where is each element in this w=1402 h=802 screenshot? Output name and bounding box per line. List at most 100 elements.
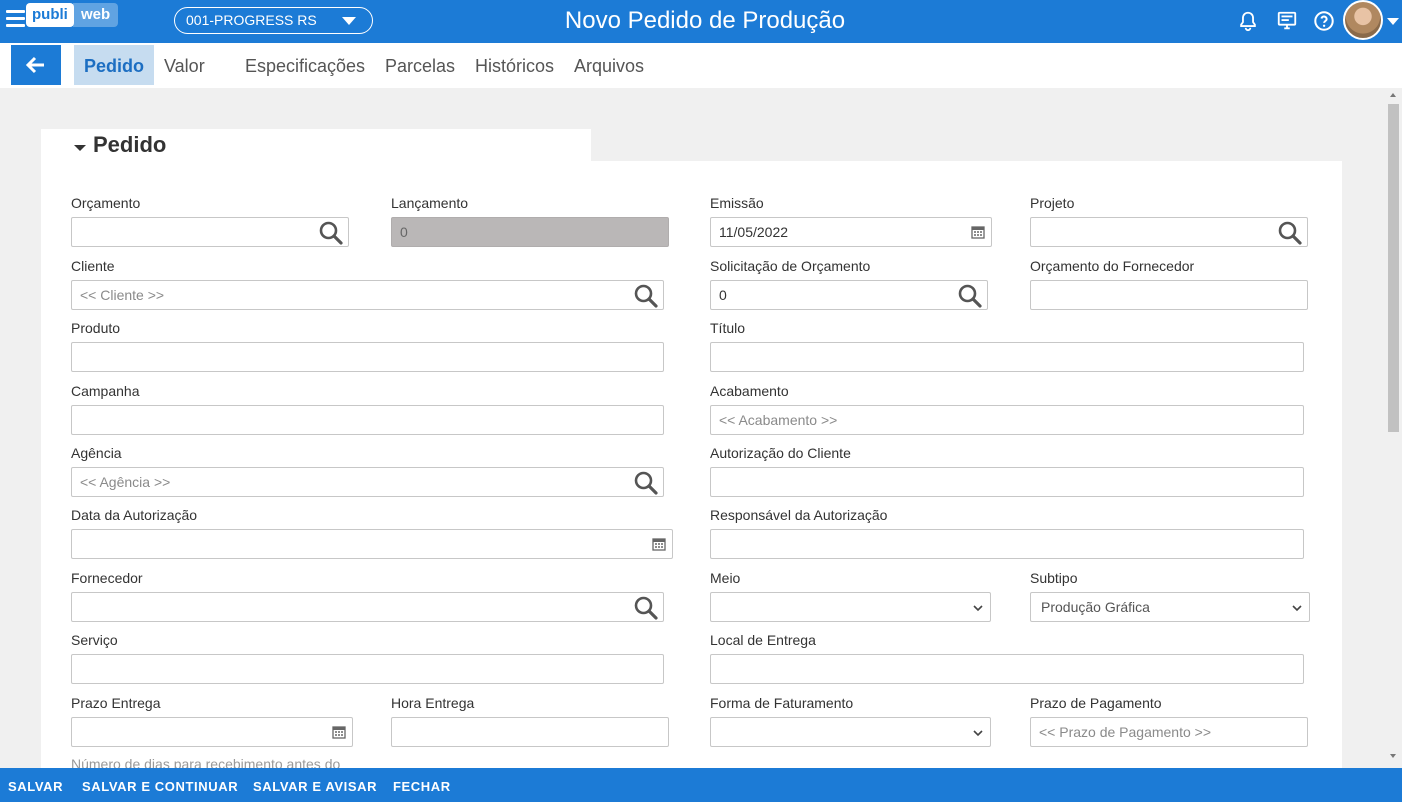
page-title: Novo Pedido de Produção: [564, 7, 846, 34]
prazo-pagamento-label: Prazo de Pagamento: [1030, 695, 1162, 711]
cliente-input[interactable]: << Cliente >>: [71, 280, 664, 310]
tab-especificacoes[interactable]: Especificações: [235, 45, 375, 85]
arrow-left-icon: [25, 56, 44, 74]
produto-input[interactable]: [71, 342, 664, 372]
produto-label: Produto: [71, 320, 121, 336]
chevron-down-icon: [973, 730, 983, 737]
cliente-placeholder: << Cliente >>: [80, 287, 165, 303]
acabamento-label: Acabamento: [710, 383, 789, 399]
projeto-input[interactable]: [1030, 217, 1308, 247]
prazo-entrega-label: Prazo Entrega: [71, 695, 161, 711]
tab-bar: Pedido Valor Especificações Parcelas His…: [0, 43, 1402, 88]
tab-valor[interactable]: Valor: [154, 45, 215, 85]
titulo-label: Título: [710, 320, 746, 336]
calendar-icon[interactable]: [971, 225, 985, 239]
search-icon[interactable]: [633, 470, 659, 496]
emissao-date-input[interactable]: 11/05/2022: [710, 217, 992, 247]
responsavel-autorizacao-label: Responsável da Autorização: [710, 507, 888, 523]
autorizacao-cliente-label: Autorização do Cliente: [710, 445, 851, 461]
emissao-label: Emissão: [710, 195, 764, 211]
scroll-up-arrow-icon[interactable]: [1390, 93, 1396, 97]
search-icon[interactable]: [1277, 220, 1303, 246]
orcamento-fornecedor-label: Orçamento do Fornecedor: [1030, 258, 1195, 274]
search-icon[interactable]: [318, 220, 344, 246]
section-title[interactable]: Pedido: [93, 132, 166, 158]
help-icon[interactable]: [1313, 10, 1335, 32]
tab-pedido[interactable]: Pedido: [74, 45, 155, 85]
emissao-value: 11/05/2022: [719, 224, 789, 240]
solicitacao-input[interactable]: 0: [710, 280, 988, 310]
local-entrega-label: Local de Entrega: [710, 632, 816, 648]
responsavel-autorizacao-input[interactable]: [710, 529, 1304, 559]
search-icon[interactable]: [957, 283, 983, 309]
scroll-thumb[interactable]: [1388, 104, 1399, 432]
local-entrega-input[interactable]: [710, 654, 1304, 684]
projeto-label: Projeto: [1030, 195, 1075, 211]
orcamento-label: Orçamento: [71, 195, 141, 211]
solicitacao-label: Solicitação de Orçamento: [710, 258, 871, 274]
forma-faturamento-select[interactable]: [710, 717, 991, 747]
fornecedor-label: Fornecedor: [71, 570, 143, 586]
back-button[interactable]: [11, 45, 61, 85]
vertical-scrollbar[interactable]: [1385, 88, 1402, 765]
forma-faturamento-label: Forma de Faturamento: [710, 695, 854, 711]
chevron-down-icon: [1292, 605, 1302, 612]
agencia-placeholder: << Agência >>: [80, 474, 171, 490]
autorizacao-cliente-input[interactable]: [710, 467, 1304, 497]
titulo-input[interactable]: [710, 342, 1304, 372]
calendar-icon[interactable]: [332, 725, 346, 739]
lancamento-input: 0: [391, 217, 669, 247]
user-avatar[interactable]: [1343, 0, 1383, 40]
caret-down-icon: [342, 17, 356, 25]
subtipo-label: Subtipo: [1030, 570, 1078, 586]
top-bar: publi web 001-PROGRESS RS Novo Pedido de…: [0, 0, 1402, 43]
meio-label: Meio: [710, 570, 741, 586]
tab-parcelas[interactable]: Parcelas: [375, 45, 465, 85]
salvar-button[interactable]: SALVAR: [8, 768, 63, 802]
servico-input[interactable]: [71, 654, 664, 684]
salvar-e-avisar-button[interactable]: SALVAR E AVISAR: [253, 768, 377, 802]
company-selector[interactable]: 001-PROGRESS RS: [174, 7, 373, 34]
bell-icon[interactable]: [1237, 10, 1259, 32]
hora-entrega-input[interactable]: [391, 717, 669, 747]
prazo-entrega-date-input[interactable]: [71, 717, 353, 747]
monitor-icon[interactable]: [1276, 10, 1298, 32]
menu-icon[interactable]: [6, 10, 25, 28]
data-autorizacao-label: Data da Autorização: [71, 507, 198, 523]
meio-select[interactable]: [710, 592, 991, 622]
acabamento-input[interactable]: << Acabamento >>: [710, 405, 1304, 435]
fornecedor-input[interactable]: [71, 592, 664, 622]
logo-publi-text: publi: [26, 3, 74, 27]
lancamento-value: 0: [400, 224, 408, 240]
calendar-icon[interactable]: [652, 537, 666, 551]
cliente-label: Cliente: [71, 258, 115, 274]
servico-label: Serviço: [71, 632, 118, 648]
chevron-down-icon: [973, 605, 983, 612]
campanha-input[interactable]: [71, 405, 664, 435]
orcamento-fornecedor-input[interactable]: [1030, 280, 1308, 310]
avatar-caret-down-icon[interactable]: [1387, 18, 1399, 25]
orcamento-input[interactable]: [71, 217, 349, 247]
fechar-button[interactable]: FECHAR: [393, 768, 451, 802]
search-icon[interactable]: [633, 283, 659, 309]
data-autorizacao-date-input[interactable]: [71, 529, 673, 559]
scroll-down-arrow-icon[interactable]: [1390, 754, 1396, 758]
campanha-label: Campanha: [71, 383, 140, 399]
company-selector-value: 001-PROGRESS RS: [186, 12, 317, 28]
solicitacao-value: 0: [719, 287, 727, 303]
prazo-pagamento-placeholder: << Prazo de Pagamento >>: [1039, 724, 1212, 740]
action-bar: SALVAR SALVAR E CONTINUAR SALVAR E AVISA…: [0, 768, 1402, 802]
acabamento-placeholder: << Acabamento >>: [719, 412, 838, 428]
salvar-e-continuar-button[interactable]: SALVAR E CONTINUAR: [82, 768, 238, 802]
tab-historicos[interactable]: Históricos: [465, 45, 564, 85]
subtipo-select[interactable]: Produção Gráfica: [1030, 592, 1310, 622]
subtipo-value: Produção Gráfica: [1041, 599, 1150, 615]
prazo-pagamento-input[interactable]: << Prazo de Pagamento >>: [1030, 717, 1308, 747]
logo-web-text: web: [73, 3, 119, 27]
collapse-caret-icon[interactable]: [74, 145, 86, 151]
search-icon[interactable]: [633, 595, 659, 621]
tab-arquivos[interactable]: Arquivos: [564, 45, 654, 85]
agencia-label: Agência: [71, 445, 122, 461]
agencia-input[interactable]: << Agência >>: [71, 467, 664, 497]
lancamento-label: Lançamento: [391, 195, 469, 211]
